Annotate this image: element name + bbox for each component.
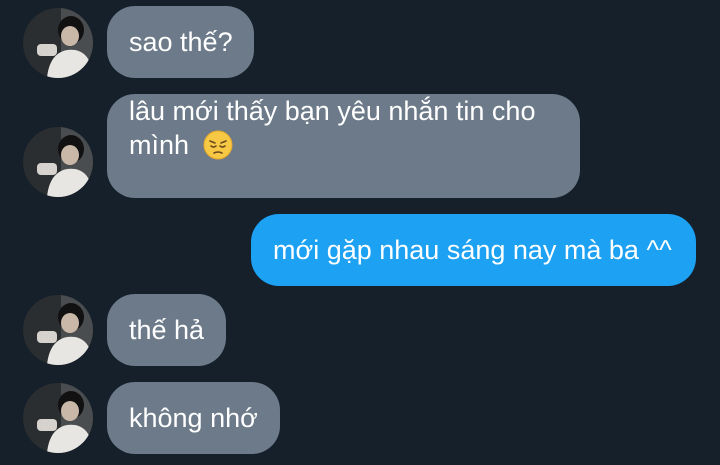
message-bubble-received[interactable]: không nhớ <box>107 382 280 454</box>
contact-avatar[interactable] <box>23 127 93 197</box>
contact-avatar[interactable] <box>23 383 93 453</box>
message-text: thế hả <box>129 315 205 345</box>
contact-avatar[interactable] <box>23 295 93 365</box>
contact-avatar[interactable] <box>23 8 93 78</box>
message-text: lâu mới thấy bạn yêu nhắn tin cho <box>129 96 536 126</box>
avatar-photo <box>23 383 93 453</box>
message-text-continued: mình <box>129 130 190 160</box>
message-text: sao thế? <box>129 27 233 57</box>
avatar-photo <box>23 8 93 78</box>
message-bubble-received[interactable]: sao thế? <box>107 6 254 78</box>
message-text: mới gặp nhau sáng nay mà ba ^^ <box>273 235 672 265</box>
message-bubble-received[interactable]: lâu mới thấy bạn yêu nhắn tin cho mình <box>107 94 580 198</box>
message-text: không nhớ <box>129 403 258 433</box>
chat-thread: sao thế? lâu mới thấy bạn yêu nhắn tin c… <box>0 0 720 465</box>
message-text-line: mình <box>129 128 558 162</box>
avatar-photo <box>23 295 93 365</box>
avatar-photo <box>23 127 93 197</box>
message-bubble-sent[interactable]: mới gặp nhau sáng nay mà ba ^^ <box>251 214 696 286</box>
message-bubble-received[interactable]: thế hả <box>107 294 226 366</box>
pensive-face-icon <box>203 130 233 160</box>
